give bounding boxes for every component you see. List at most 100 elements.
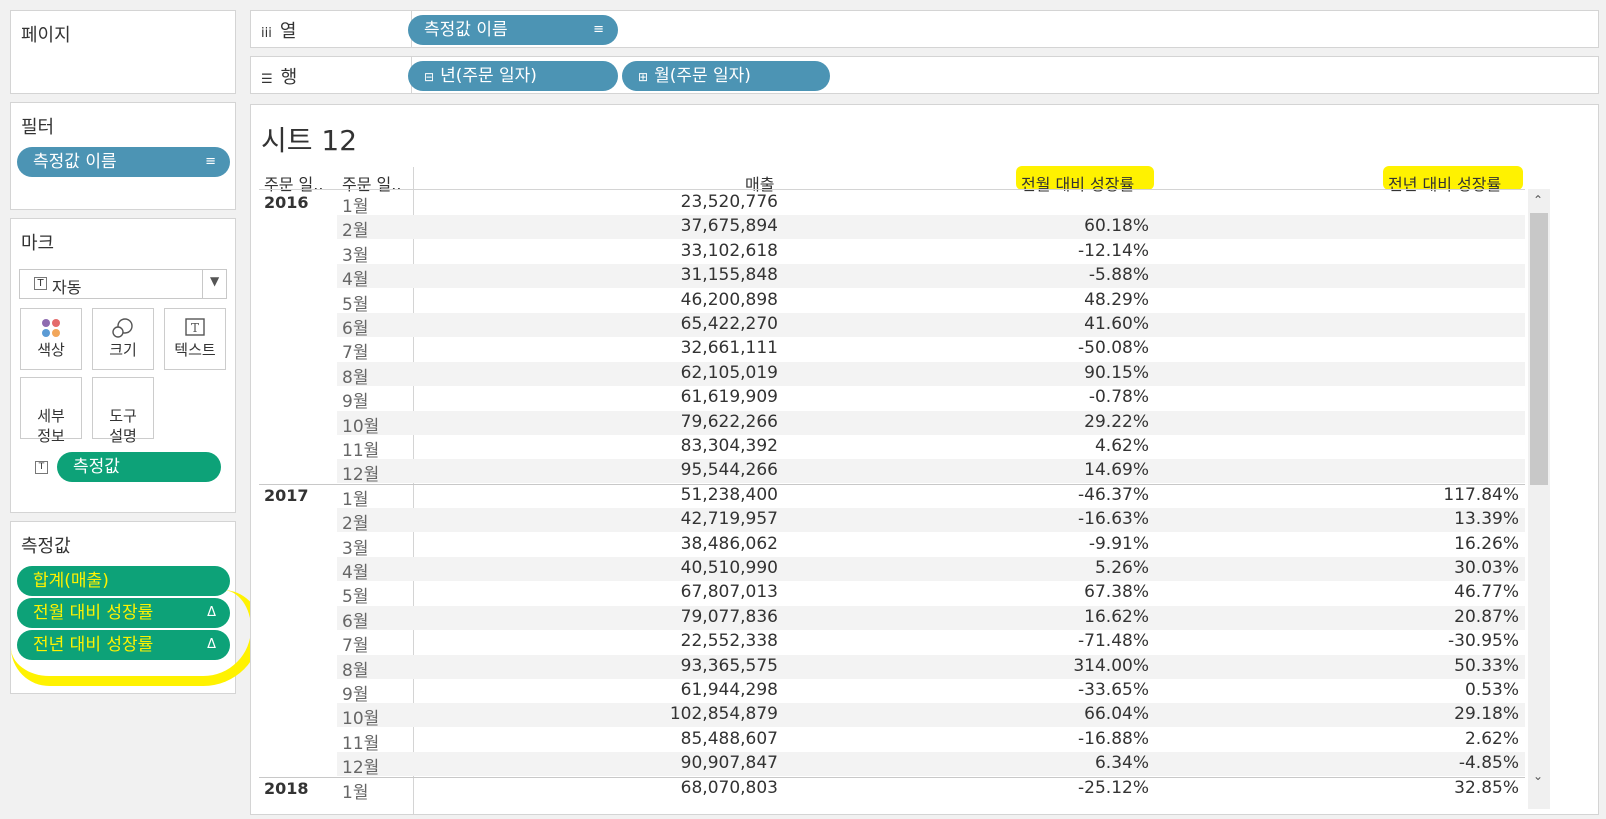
month-label: 4월 bbox=[342, 563, 369, 583]
month-label: 12월 bbox=[342, 465, 380, 486]
mom-growth-cell: -25.12% bbox=[1078, 777, 1149, 798]
yoy-growth-cell: 20.87% bbox=[1454, 606, 1519, 627]
mom-growth-cell: 314.00% bbox=[1073, 655, 1149, 676]
row-band bbox=[337, 410, 1525, 435]
yoy-growth-cell: 29.18% bbox=[1454, 704, 1519, 725]
rows-pill-month-label: 월(주문 일자) bbox=[654, 66, 751, 86]
month-label: 5월 bbox=[342, 294, 369, 315]
collapse-icon: ⊟ bbox=[424, 70, 435, 84]
mom-growth-cell: 6.34% bbox=[1094, 753, 1149, 774]
sales-cell: 32,661,111 bbox=[680, 338, 778, 359]
filters-card: 필터 측정값 이름 ≡ bbox=[10, 102, 236, 210]
pages-card: 페이지 bbox=[10, 10, 236, 94]
scrollbar-thumb[interactable] bbox=[1530, 213, 1548, 485]
month-label: 8월 bbox=[342, 660, 369, 681]
vertical-scrollbar[interactable]: ⌃ ⌄ bbox=[1528, 189, 1550, 809]
text-button-label: 텍스트 bbox=[174, 341, 216, 359]
month-label: 9월 bbox=[342, 392, 369, 413]
sales-cell: 62,105,019 bbox=[680, 362, 778, 383]
row-band bbox=[337, 459, 1525, 484]
year-label: 2016 bbox=[264, 193, 309, 212]
mom-growth-cell: -50.08% bbox=[1078, 338, 1149, 359]
yoy-growth-cell: -30.95% bbox=[1448, 631, 1519, 652]
sales-cell: 40,510,990 bbox=[680, 558, 778, 578]
row-band bbox=[337, 752, 1525, 777]
sales-cell: 42,719,957 bbox=[680, 509, 778, 530]
chevron-down-icon: ▼ bbox=[210, 274, 220, 288]
month-label: 6월 bbox=[342, 611, 369, 632]
month-label: 1월 bbox=[342, 782, 369, 803]
sales-cell: 31,155,848 bbox=[680, 265, 778, 286]
marks-card: 마크 T 자동 ▼ 색상 크기 T 텍스트 세부 정보 도구 설명 T 측정값 bbox=[10, 218, 236, 513]
detail-button[interactable]: 세부 정보 bbox=[20, 377, 82, 445]
dropdown-divider bbox=[202, 270, 203, 298]
sales-cell: 33,102,618 bbox=[680, 240, 778, 261]
header-year[interactable]: 주문 일.. bbox=[264, 171, 323, 195]
text-button[interactable]: T 텍스트 bbox=[164, 308, 226, 370]
sales-cell: 46,200,898 bbox=[680, 289, 778, 310]
tooltip-button-label: 도구 설명 bbox=[109, 407, 137, 445]
yoy-growth-cell: 46.77% bbox=[1454, 582, 1519, 603]
columns-icon: iii bbox=[261, 26, 272, 41]
columns-shelf-label: iii 열 bbox=[261, 21, 297, 42]
sales-cell: 90,907,847 bbox=[680, 753, 778, 774]
color-button[interactable]: 색상 bbox=[20, 308, 82, 370]
sales-cell: 61,944,298 bbox=[680, 680, 778, 700]
filter-pill-measure-names[interactable]: 측정값 이름 ≡ bbox=[17, 147, 230, 177]
mom-growth-cell: 66.04% bbox=[1084, 704, 1149, 725]
mark-type-select[interactable]: T 자동 ▼ bbox=[19, 269, 227, 299]
text-encoding-icon: T bbox=[35, 461, 48, 474]
color-button-label: 색상 bbox=[37, 341, 65, 359]
yoy-growth-cell: 50.33% bbox=[1454, 655, 1519, 676]
sales-cell: 37,675,894 bbox=[680, 216, 778, 237]
header-yoy-growth[interactable]: 전년 대비 성장률 bbox=[1388, 171, 1501, 195]
filters-title: 필터 bbox=[21, 117, 55, 138]
mom-growth-cell: -5.88% bbox=[1088, 265, 1149, 286]
month-label: 7월 bbox=[342, 343, 369, 364]
text-mark-icon: T bbox=[34, 277, 47, 290]
scroll-up-icon[interactable]: ⌃ bbox=[1533, 193, 1543, 207]
filter-pill-label: 측정값 이름 bbox=[33, 152, 117, 172]
measure-pill-mom[interactable]: 전월 대비 성장률 Δ bbox=[17, 598, 230, 628]
rows-pill-year[interactable]: ⊟ 년(주문 일자) bbox=[408, 61, 618, 91]
mom-growth-cell: 48.29% bbox=[1084, 289, 1149, 310]
sales-cell: 67,807,013 bbox=[680, 582, 778, 603]
header-mom-growth[interactable]: 전월 대비 성장률 bbox=[1021, 171, 1134, 195]
svg-text:T: T bbox=[191, 321, 199, 335]
sales-cell: 93,365,575 bbox=[680, 655, 778, 676]
month-label: 4월 bbox=[342, 270, 369, 291]
yoy-growth-cell: 32.85% bbox=[1454, 777, 1519, 798]
sort-icon: ≡ bbox=[593, 22, 604, 37]
row-band bbox=[337, 557, 1525, 581]
month-label: 8월 bbox=[342, 367, 369, 388]
sales-cell: 51,238,400 bbox=[680, 484, 778, 505]
row-band bbox=[337, 703, 1525, 728]
measure-pill-yoy[interactable]: 전년 대비 성장률 Δ bbox=[17, 630, 230, 660]
measure-pill-yoy-label: 전년 대비 성장률 bbox=[33, 635, 154, 655]
columns-pill-measure-names[interactable]: 측정값 이름 ≡ bbox=[408, 15, 618, 45]
row-band bbox=[337, 313, 1525, 337]
rows-pill-month[interactable]: ⊞ 월(주문 일자) bbox=[622, 61, 830, 91]
worksheet-view: 시트 12 주문 일.. 주문 일.. 매출 전월 대비 성장률 전년 대비 성… bbox=[250, 104, 1599, 815]
mom-growth-cell: 41.60% bbox=[1084, 314, 1149, 334]
sales-cell: 65,422,270 bbox=[680, 314, 778, 334]
month-label: 11월 bbox=[342, 441, 380, 461]
mom-growth-cell: 14.69% bbox=[1084, 460, 1149, 481]
year-separator bbox=[259, 776, 1525, 778]
size-button-label: 크기 bbox=[109, 341, 137, 359]
tooltip-button[interactable]: 도구 설명 bbox=[92, 377, 154, 445]
marks-text-pill[interactable]: 측정값 bbox=[57, 452, 221, 482]
rows-shelf: ☰ 행 ⊟ 년(주문 일자) ⊞ 월(주문 일자) bbox=[250, 56, 1599, 94]
size-circles-icon bbox=[93, 317, 153, 339]
size-button[interactable]: 크기 bbox=[92, 308, 154, 370]
month-label: 12월 bbox=[342, 758, 380, 779]
month-label: 11월 bbox=[342, 733, 380, 754]
month-label: 2월 bbox=[342, 514, 369, 535]
mom-growth-cell: -16.88% bbox=[1078, 728, 1149, 749]
marks-text-pill-label: 측정값 bbox=[73, 457, 120, 477]
year-label: 2018 bbox=[264, 778, 309, 798]
yoy-growth-cell: 2.62% bbox=[1464, 728, 1519, 749]
mom-growth-cell: -71.48% bbox=[1078, 631, 1149, 652]
measure-pill-sales[interactable]: 합계(매출) bbox=[17, 566, 230, 596]
scroll-down-icon[interactable]: ⌄ bbox=[1533, 769, 1543, 783]
